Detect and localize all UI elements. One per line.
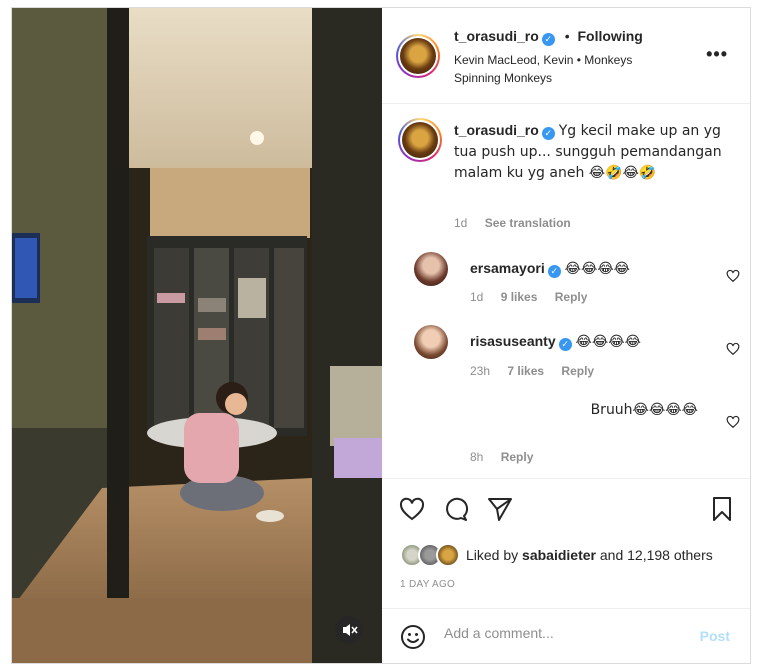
verified-icon: ✓ bbox=[541, 33, 555, 46]
commenter-username[interactable]: risasuseanty bbox=[470, 333, 556, 349]
caption-text-block: t_orasudi_ro ✓ Yg kecil make up an yg tua… bbox=[454, 120, 738, 183]
header-top-line: t_orasudi_ro ✓ • Following bbox=[454, 28, 643, 46]
likes-others[interactable]: and 12,198 others bbox=[600, 547, 713, 563]
reply-button[interactable]: Reply bbox=[555, 290, 588, 304]
liker-avatar bbox=[436, 543, 460, 567]
video-player[interactable] bbox=[12, 8, 382, 663]
commenter-avatar[interactable] bbox=[414, 252, 448, 286]
caption-username[interactable]: t_orasudi_ro bbox=[454, 122, 539, 138]
comment-time: 23h bbox=[470, 364, 491, 378]
caption: t_orasudi_ro ✓ Yg kecil make up an yg tua… bbox=[398, 118, 738, 230]
comment-meta: 23h 7 likes Reply bbox=[470, 364, 608, 378]
comment-likes[interactable]: 9 likes bbox=[501, 290, 538, 304]
comment-icon[interactable] bbox=[442, 495, 470, 523]
see-translation-link[interactable]: See translation bbox=[485, 216, 571, 230]
comment-input[interactable] bbox=[444, 625, 684, 641]
comment-item: risasuseanty ✓ 😂😂😂😂 23h 7 likes Reply bbox=[398, 323, 740, 383]
post-modal: t_orasudi_ro ✓ • Following Kevin MacLeod,… bbox=[11, 7, 751, 664]
likes-summary: Liked by sabaidieter and 12,198 others bbox=[466, 547, 713, 563]
post-actions: Liked by sabaidieter and 12,198 others 1… bbox=[382, 478, 750, 608]
post-header: t_orasudi_ro ✓ • Following Kevin MacLeod,… bbox=[382, 8, 750, 104]
share-icon[interactable] bbox=[486, 495, 514, 523]
separator-dot: • bbox=[564, 28, 570, 44]
comment-text-block: ersamayori ✓ 😂😂😂😂 bbox=[470, 258, 718, 279]
comment-heart-icon[interactable] bbox=[726, 342, 740, 356]
comment-heart-icon[interactable] bbox=[726, 415, 740, 429]
emoji-icon[interactable] bbox=[400, 624, 426, 650]
comment-time: 1d bbox=[470, 290, 484, 304]
post-timestamp[interactable]: 1 DAY AGO bbox=[400, 579, 455, 590]
verified-icon: ✓ bbox=[547, 265, 561, 278]
comment-meta: 8h Reply bbox=[470, 450, 547, 464]
mute-button[interactable] bbox=[335, 616, 363, 644]
caption-time: 1d bbox=[454, 216, 468, 230]
likes-prefix: Liked by bbox=[466, 547, 519, 563]
post-button[interactable]: Post bbox=[700, 628, 730, 644]
following-button[interactable]: Following bbox=[578, 28, 643, 44]
mute-icon bbox=[343, 624, 358, 636]
comment-time: 8h bbox=[470, 450, 484, 464]
commenter-avatar[interactable] bbox=[414, 325, 448, 359]
author-username[interactable]: t_orasudi_ro bbox=[454, 28, 539, 44]
comment-text: Bruuh😂😂😂😂 bbox=[590, 402, 698, 418]
comment-item: Bruuh😂😂😂😂 8h Reply bbox=[398, 398, 740, 468]
comment-meta: 1d 9 likes Reply bbox=[470, 290, 601, 304]
add-comment-bar: Post bbox=[382, 608, 750, 663]
comment-text: 😂😂😂😂 bbox=[564, 261, 631, 277]
commenter-username[interactable]: ersamayori bbox=[470, 260, 545, 276]
reply-button[interactable]: Reply bbox=[501, 450, 534, 464]
verified-icon: ✓ bbox=[541, 127, 555, 140]
video-frame bbox=[12, 8, 382, 663]
caption-avatar[interactable] bbox=[398, 118, 442, 162]
caption-meta: 1d See translation bbox=[454, 216, 585, 230]
comment-text: 😂😂😂😂 bbox=[575, 334, 641, 350]
bookmark-icon[interactable] bbox=[708, 495, 736, 523]
comment-text-block: risasuseanty ✓ 😂😂😂😂 bbox=[470, 331, 718, 352]
liked-by-user[interactable]: sabaidieter bbox=[522, 547, 596, 563]
audio-info[interactable]: Kevin MacLeod, Kevin • Monkeys Spinning … bbox=[454, 51, 664, 87]
comment-heart-icon[interactable] bbox=[726, 269, 740, 283]
reply-button[interactable]: Reply bbox=[561, 364, 594, 378]
ellipsis-icon[interactable]: ••• bbox=[706, 44, 728, 65]
post-details: t_orasudi_ro ✓ • Following Kevin MacLeod,… bbox=[382, 8, 750, 663]
comment-likes[interactable]: 7 likes bbox=[507, 364, 544, 378]
heart-icon[interactable] bbox=[398, 495, 426, 523]
audio-artist: Kevin MacLeod, Kevin bbox=[454, 53, 574, 67]
comment-item: ersamayori ✓ 😂😂😂😂 1d 9 likes Reply bbox=[398, 250, 740, 310]
author-avatar[interactable] bbox=[396, 34, 440, 78]
verified-icon: ✓ bbox=[558, 338, 572, 351]
